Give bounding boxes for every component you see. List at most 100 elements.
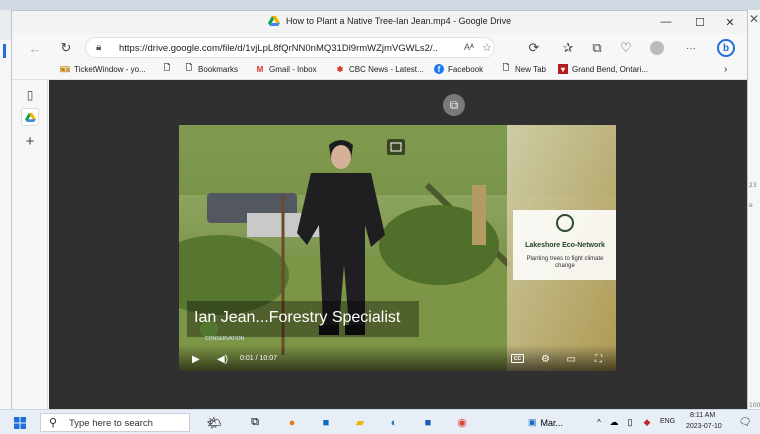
refresh-icon[interactable]: ↻ <box>57 39 75 57</box>
cbc-icon: ✱ <box>336 64 344 74</box>
facebook-icon: f <box>434 64 444 74</box>
eco-title: Lakeshore Eco-Network <box>525 242 605 249</box>
conservation-logo-text: CONSERVATION <box>205 336 245 342</box>
url-text[interactable]: https://drive.google.com/file/d/1vjLpL8f… <box>119 43 437 54</box>
ticket-icon: 🎫︎ <box>59 64 71 74</box>
bookmark-label: New Tab <box>515 64 546 74</box>
clock-time[interactable]: 8:11 AM <box>690 412 715 419</box>
taskbar-search-box[interactable]: ⚲ Type here to search <box>40 413 190 432</box>
browser-window: How to Plant a Native Tree-Ian Jean.mp4 … <box>11 10 748 410</box>
bookmark-label: Grand Bend, Ontari... <box>572 64 649 74</box>
collections-icon[interactable]: ⧉ <box>588 39 606 57</box>
tab-google-drive[interactable] <box>21 108 39 126</box>
maximize-button[interactable]: ☐ <box>683 13 717 31</box>
extension-icon[interactable]: ⟳ <box>525 39 543 57</box>
search-icon: ⚲ <box>49 417 58 429</box>
bookmark-gmail[interactable]: M Gmail - Inbox <box>255 64 317 74</box>
volume-icon[interactable]: ◀︎) <box>217 354 228 365</box>
miniplayer-icon[interactable]: ▭ <box>567 354 576 365</box>
background-accent-bar <box>3 44 6 58</box>
background-text: 23 <box>749 182 757 189</box>
page-icon: 🗋 <box>185 63 193 72</box>
new-tab-plus-icon[interactable]: + <box>21 132 39 150</box>
search-placeholder: Type here to search <box>69 418 153 429</box>
word-icon[interactable]: ■ <box>418 415 438 430</box>
read-aloud-icon[interactable]: Aᴬ <box>464 42 474 52</box>
security-icon[interactable]: ◆ <box>640 415 654 430</box>
bookmark-blank[interactable]: 🗋 <box>162 63 172 74</box>
popout-icon[interactable]: ⧉ <box>443 94 465 116</box>
bookmark-ticketwindow[interactable]: 🎫︎ TicketWindow - yo... <box>60 64 146 74</box>
google-drive-icon <box>24 112 36 122</box>
clock-date[interactable]: 2023-07-10 <box>686 423 722 430</box>
tab-actions-icon[interactable]: ▯ <box>21 86 39 104</box>
close-button[interactable]: ✕ <box>713 13 747 31</box>
news-widget-icon[interactable]: 🌤︎ <box>192 415 236 430</box>
bookmark-label: Bookmarks <box>198 64 239 74</box>
network-icon[interactable]: ☁ <box>608 415 620 430</box>
background-close-icon[interactable]: ✕ <box>749 12 759 26</box>
windows-start-icon[interactable] <box>12 415 28 430</box>
page-icon: 🗋 <box>502 63 510 72</box>
language-indicator[interactable]: ENG <box>660 418 675 425</box>
chrome-icon[interactable]: ◉ <box>452 415 472 430</box>
bookmark-new-tab[interactable]: 🗋 New Tab <box>501 63 546 74</box>
bookmark-bookmarks[interactable]: 🗋 Bookmarks <box>184 63 239 74</box>
more-menu-button[interactable]: ··· <box>682 39 700 57</box>
bookmark-label: CBC News - Latest... <box>349 64 424 74</box>
profile-avatar[interactable] <box>648 39 666 57</box>
bookmark-label: Gmail - Inbox <box>269 64 317 74</box>
play-icon[interactable]: ▶ <box>192 354 200 365</box>
fullscreen-icon[interactable]: ⛶ <box>595 354 602 365</box>
back-icon[interactable]: ← <box>26 39 44 57</box>
taskbar-window-button[interactable]: ▣ Mar... <box>528 415 578 430</box>
browser-essentials-icon[interactable]: ♡ <box>617 39 635 57</box>
file-explorer-icon[interactable]: ▰ <box>350 415 370 430</box>
background-window-strip <box>0 0 760 10</box>
video-timecode: 0:01 / 10:07 <box>240 355 277 362</box>
bookmark-label: TicketWindow - yo... <box>74 64 146 74</box>
bookmarks-bar: 🎫︎ TicketWindow - yo... 🗋 🗋 Bookmarks M … <box>12 61 747 80</box>
bookmark-grand-bend[interactable]: ▾ Grand Bend, Ontari... <box>558 64 648 74</box>
bookmarks-overflow-chevron-icon[interactable]: › <box>724 64 727 75</box>
drive-viewer: ⧉ Lakeshore Eco-Network Planting trees t… <box>49 80 747 409</box>
task-view-icon[interactable]: ⧉ <box>245 415 265 430</box>
captions-button[interactable]: CC <box>511 354 524 363</box>
background-window-right: ✕ 23 e 100 <box>746 10 760 410</box>
vertical-tab-sidebar: ▯ + <box>12 80 48 409</box>
google-drive-icon <box>268 16 280 26</box>
bookmark-icon: ▾ <box>558 64 568 74</box>
tray-chevron-icon[interactable]: ^ <box>594 415 604 430</box>
battery-icon[interactable]: ▯ <box>624 415 636 430</box>
lock-icon[interactable]: 🔒︎ <box>96 42 101 53</box>
app-icon[interactable]: ● <box>282 415 302 430</box>
outlook-icon[interactable]: ■ <box>316 415 336 430</box>
navigation-bar: ← ↻ 🔒︎ https://drive.google.com/file/d/1… <box>12 34 747 61</box>
speaker-caption: Ian Jean...Forestry Specialist <box>194 309 401 326</box>
page-icon: 🗋 <box>163 63 171 72</box>
notification-icon[interactable]: 🗨︎ <box>738 415 752 430</box>
desktop: ✕ 23 e 100 How to Plant a Native Tree-Ia… <box>0 0 760 434</box>
title-bar: How to Plant a Native Tree-Ian Jean.mp4 … <box>12 11 747 34</box>
background-window-left <box>0 40 11 410</box>
bing-copilot-icon[interactable]: b <box>717 39 735 57</box>
favorites-icon[interactable]: ✰ <box>559 39 577 57</box>
window-title-text: How to Plant a Native Tree-Ian Jean.mp4 … <box>286 16 512 26</box>
taskbar-window-label: Mar... <box>540 417 564 428</box>
eco-subtitle: Planting trees to fight climate change <box>526 256 604 269</box>
eco-network-badge: Lakeshore Eco-Network Planting trees to … <box>513 210 616 280</box>
minimize-button[interactable]: — <box>649 13 683 31</box>
bookmark-facebook[interactable]: f Facebook <box>434 64 483 74</box>
background-text: 100 <box>749 402 760 409</box>
video-player[interactable]: Lakeshore Eco-Network Planting trees to … <box>179 125 616 371</box>
bookmark-cbc[interactable]: ✱ CBC News - Latest... <box>335 64 424 74</box>
gmail-icon: M <box>256 64 264 74</box>
tree-logo-icon <box>556 214 574 232</box>
address-bar[interactable]: 🔒︎ https://drive.google.com/file/d/1vjLp… <box>85 37 495 58</box>
settings-gear-icon[interactable]: ⚙ <box>541 354 550 365</box>
background-text: e <box>749 202 753 209</box>
favorite-star-icon[interactable]: ☆ <box>482 41 492 54</box>
edge-browser-icon[interactable]: ◐ <box>384 415 404 430</box>
taskbar: ⚲ Type here to search 🌤︎ ⧉ ● ■ ▰ ◐ ■ ◉ ▣… <box>0 409 760 434</box>
window-app-icon: ▣ <box>528 417 537 427</box>
